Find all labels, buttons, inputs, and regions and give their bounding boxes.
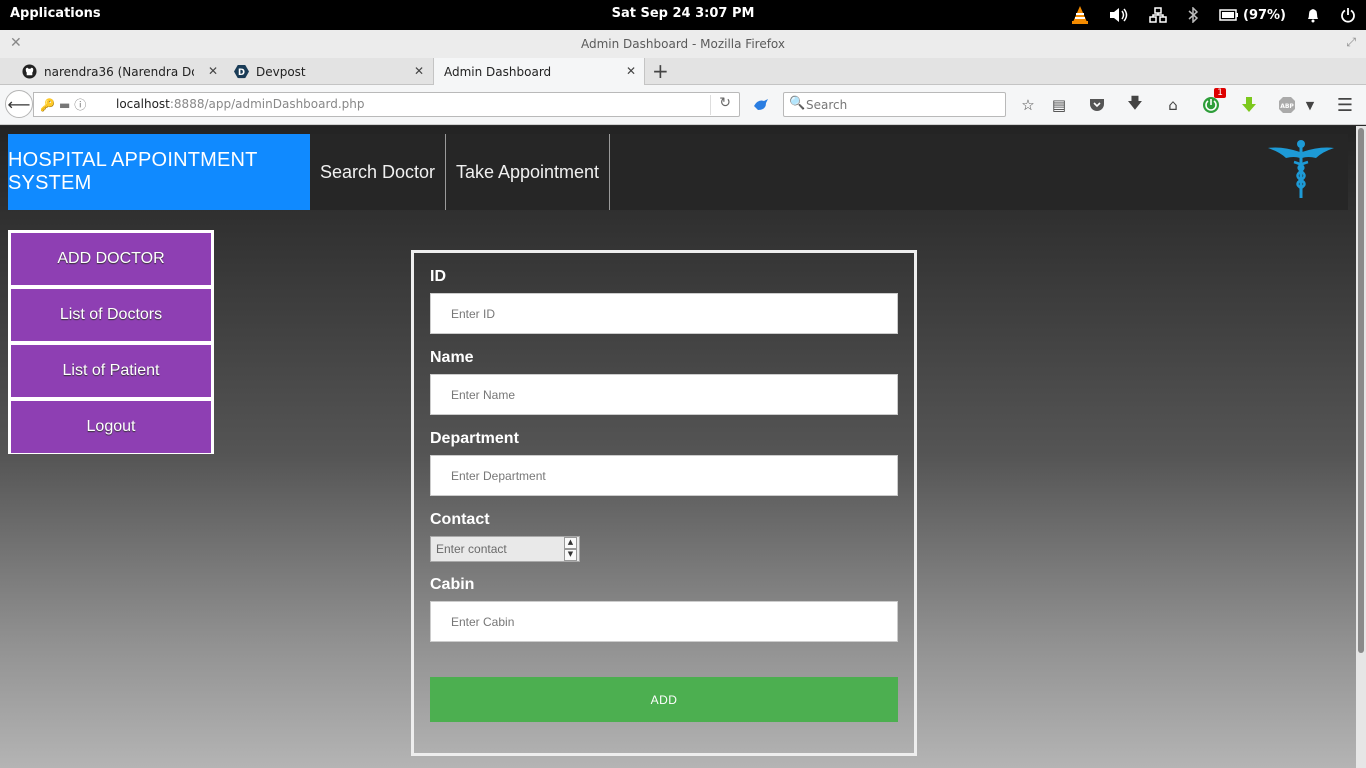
menu-logout[interactable]: Logout [11,401,211,453]
search-icon: 🔍 [789,96,806,111]
battery-icon [1219,9,1238,21]
new-tab-icon[interactable]: + [652,59,669,83]
spin-down-icon[interactable]: ▼ [564,549,577,561]
add-button[interactable]: ADD [430,677,898,722]
tab-admin-dashboard[interactable]: Admin Dashboard ✕ [433,58,645,86]
devpost-icon: D [234,64,249,79]
chevron-down-icon[interactable]: ▼ [1299,94,1321,116]
vlc-icon[interactable] [1071,0,1089,30]
tab-github[interactable]: narendra36 (Narendra Do... ✕ [20,58,226,85]
network-icon[interactable] [1149,0,1167,30]
hamburger-menu-icon[interactable]: ☰ [1334,94,1356,116]
bluetooth-icon[interactable] [1187,0,1199,30]
tab-devpost[interactable]: D Devpost ✕ [232,58,432,85]
notification-bell-icon[interactable] [1306,0,1320,30]
scrollbar-thumb[interactable] [1358,128,1364,653]
reload-icon[interactable]: ↻ [710,95,731,115]
applications-menu[interactable]: Applications [10,6,101,21]
green-download-arrow-icon[interactable] [1238,94,1260,116]
cabin-input[interactable] [430,601,898,642]
id-label: ID [430,268,446,285]
name-label: Name [430,349,474,366]
extension-power-icon[interactable]: 1 [1200,88,1226,116]
system-tray: (97%) [1061,0,1366,30]
home-icon[interactable]: ⌂ [1162,94,1184,116]
tab-label: narendra36 (Narendra Do... [44,64,194,79]
department-label: Department [430,430,519,447]
notification-badge: 1 [1214,88,1226,98]
extension-bird-icon[interactable] [752,97,770,113]
contact-input[interactable] [430,536,580,562]
nav-search-doctor[interactable]: Search Doctor [310,134,446,210]
id-input[interactable] [430,293,898,334]
tab-strip: narendra36 (Narendra Do... ✕ D Devpost ✕… [0,58,1366,86]
clock[interactable]: Sat Sep 24 3:07 PM [612,6,755,21]
contact-spinner[interactable]: ▲ ▼ [564,537,577,561]
caduceus-logo-icon [1268,140,1334,198]
system-top-bar: Applications Sat Sep 24 3:07 PM (97%) [0,0,1366,30]
name-input[interactable] [430,374,898,415]
adblock-icon[interactable]: ABP [1276,94,1298,116]
window-title-bar: ✕ Admin Dashboard - Mozilla Firefox ⤢ [0,30,1366,58]
site-navbar: HOSPITAL APPOINTMENT SYSTEM Search Docto… [8,134,1348,210]
page-scrollbar[interactable] [1356,126,1366,768]
menu-list-of-doctors[interactable]: List of Doctors [11,289,211,341]
url-bar[interactable]: 🔑▬ⓘ localhost:8888/app/adminDashboard.ph… [33,92,740,117]
window-title: Admin Dashboard - Mozilla Firefox [581,37,785,51]
tab-label: Devpost [256,64,306,79]
page-viewport: HOSPITAL APPOINTMENT SYSTEM Search Docto… [0,126,1356,768]
navigation-toolbar: ⟵ 🔑▬ⓘ localhost:8888/app/adminDashboard.… [0,85,1366,125]
url-text[interactable]: localhost:8888/app/adminDashboard.php [116,97,365,111]
downloads-icon[interactable]: 🡇 [1124,94,1146,116]
bookmark-star-icon[interactable]: ☆ [1017,94,1039,116]
power-icon[interactable] [1340,0,1356,30]
tab-close-icon[interactable]: ✕ [208,64,218,78]
search-input[interactable] [806,96,1001,114]
spin-up-icon[interactable]: ▲ [564,537,577,549]
back-arrow-icon[interactable]: ⟵ [5,90,33,118]
tab-close-icon[interactable]: ✕ [626,64,636,78]
add-doctor-form: ID Name Department Contact ▲ ▼ Cabin ADD [411,250,917,756]
contact-label: Contact [430,511,490,528]
department-input[interactable] [430,455,898,496]
pocket-icon[interactable] [1086,94,1108,116]
tab-close-icon[interactable]: ✕ [414,64,424,78]
reading-list-icon[interactable]: ▤ [1048,94,1070,116]
svg-text:ABP: ABP [1280,103,1294,110]
volume-icon[interactable] [1109,0,1129,30]
cabin-label: Cabin [430,576,475,593]
tab-label: Admin Dashboard [444,65,552,79]
nav-take-appointment[interactable]: Take Appointment [446,134,610,210]
site-brand[interactable]: HOSPITAL APPOINTMENT SYSTEM [8,134,310,210]
contact-field: ▲ ▼ [430,536,580,562]
battery-percent: (97%) [1243,7,1286,23]
svg-text:D: D [238,67,245,77]
menu-list-of-patient[interactable]: List of Patient [11,345,211,397]
search-box[interactable]: 🔍 [783,92,1006,117]
menu-add-doctor[interactable]: ADD DOCTOR [11,233,211,285]
site-identity-icons[interactable]: 🔑▬ⓘ [40,96,90,113]
github-icon [22,64,37,79]
window-maximize-icon[interactable]: ⤢ [1346,35,1356,50]
admin-side-menu: ADD DOCTOR List of Doctors List of Patie… [8,230,214,454]
battery-indicator[interactable]: (97%) [1219,0,1286,30]
